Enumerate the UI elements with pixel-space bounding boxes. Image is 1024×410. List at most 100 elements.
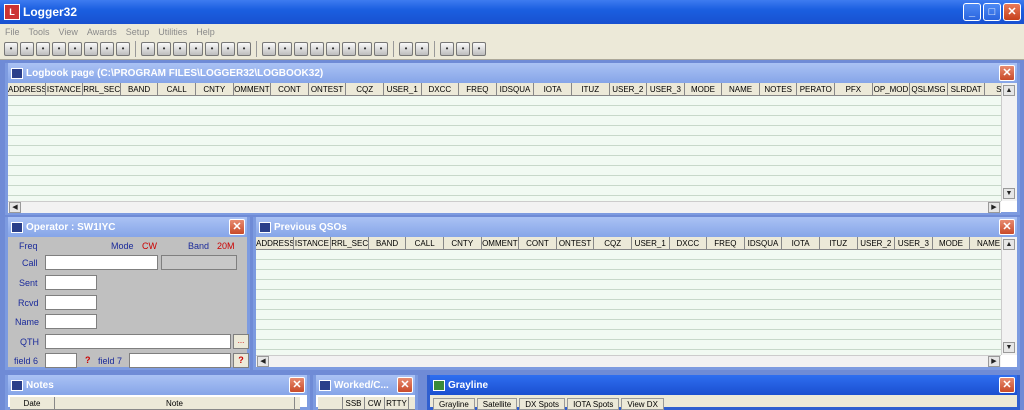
call-input[interactable] bbox=[45, 255, 158, 270]
tab-grayline[interactable]: Grayline bbox=[433, 398, 475, 410]
column-header[interactable]: IOTA bbox=[782, 237, 820, 249]
column-header[interactable]: ADDRESS bbox=[256, 237, 294, 249]
column-header[interactable]: USER_2 bbox=[858, 237, 896, 249]
column-header[interactable]: SLRDAT bbox=[948, 83, 986, 95]
column-header[interactable]: PERATO bbox=[797, 83, 836, 95]
column-header[interactable]: IDSQUA bbox=[497, 83, 535, 95]
logbook-grid[interactable]: ADDRESS ISTANCE RRL_SEC BAND CALL CNTY OMMENT C… bbox=[8, 83, 1001, 201]
column-header[interactable]: MODE bbox=[933, 237, 971, 249]
tools-icon[interactable]: • bbox=[189, 42, 203, 56]
column-header[interactable]: OMMENT bbox=[482, 237, 520, 249]
column-header[interactable]: OP_MOD bbox=[873, 83, 911, 95]
maximize-button[interactable]: □ bbox=[983, 3, 1001, 21]
column-header[interactable]: CALL bbox=[406, 237, 444, 249]
column-header[interactable]: DXCC bbox=[670, 237, 708, 249]
worked-close-button[interactable]: ✕ bbox=[397, 377, 413, 393]
scroll-right-icon[interactable]: ▶ bbox=[988, 356, 1000, 367]
name-input[interactable] bbox=[45, 314, 97, 329]
column-header[interactable]: PFX bbox=[835, 83, 873, 95]
column-header[interactable]: ADDRESS bbox=[8, 83, 46, 95]
field6-help-icon[interactable]: ? bbox=[85, 355, 91, 365]
previous-qsos-close-button[interactable]: ✕ bbox=[999, 219, 1015, 235]
sent-input[interactable] bbox=[45, 275, 97, 290]
band-icon[interactable]: • bbox=[221, 42, 235, 56]
logbook-vscroll[interactable]: ▲ ▼ bbox=[1001, 83, 1017, 201]
previous-qsos-rows[interactable] bbox=[256, 250, 1001, 355]
menu-awards[interactable]: Awards bbox=[87, 27, 117, 37]
column-header[interactable]: USER_3 bbox=[647, 83, 685, 95]
close-button[interactable]: ✕ bbox=[1003, 3, 1021, 21]
logbook-icon[interactable]: • bbox=[4, 42, 18, 56]
scroll-left-icon[interactable]: ◀ bbox=[9, 202, 21, 213]
logger-app-icon[interactable]: L bbox=[4, 4, 20, 20]
qth-lookup-button[interactable]: ... bbox=[233, 334, 249, 349]
terminal-icon[interactable]: • bbox=[262, 42, 276, 56]
radio-icon[interactable]: • bbox=[237, 42, 251, 56]
menu-utilities[interactable]: Utilities bbox=[158, 27, 187, 37]
grayline-close-button[interactable]: ✕ bbox=[999, 377, 1015, 393]
column-header[interactable]: SLS bbox=[985, 83, 1001, 95]
window2-icon[interactable]: • bbox=[294, 42, 308, 56]
column-header[interactable]: RRL_SEC bbox=[331, 237, 369, 249]
telnet-icon[interactable]: • bbox=[415, 42, 429, 56]
window1-icon[interactable]: • bbox=[278, 42, 292, 56]
menu-help[interactable]: Help bbox=[196, 27, 215, 37]
column-header[interactable]: NAME bbox=[722, 83, 760, 95]
print-icon[interactable]: • bbox=[20, 42, 34, 56]
color-icon[interactable]: • bbox=[358, 42, 372, 56]
column-header[interactable]: DXCC bbox=[422, 83, 460, 95]
column-header[interactable]: BAND bbox=[121, 83, 159, 95]
column-header[interactable]: BAND bbox=[369, 237, 407, 249]
edit-icon[interactable]: • bbox=[52, 42, 66, 56]
globe-icon[interactable]: • bbox=[157, 42, 171, 56]
scroll-down-icon[interactable]: ▼ bbox=[1003, 188, 1015, 199]
column-header[interactable]: CONT bbox=[519, 237, 557, 249]
power-icon[interactable]: • bbox=[440, 42, 454, 56]
field7-help-button[interactable]: ? bbox=[233, 353, 249, 368]
menu-setup[interactable]: Setup bbox=[126, 27, 150, 37]
logbook-rows[interactable] bbox=[8, 96, 1001, 201]
notes-col-date[interactable]: Date bbox=[10, 397, 55, 409]
field6-input[interactable] bbox=[45, 353, 77, 368]
previous-qsos-vscroll[interactable]: ▲ ▼ bbox=[1001, 237, 1017, 355]
clear-icon[interactable]: • bbox=[68, 42, 82, 56]
column-header[interactable]: CONT bbox=[271, 83, 309, 95]
settings-icon[interactable]: • bbox=[116, 42, 130, 56]
column-header[interactable]: OMMENT bbox=[234, 83, 272, 95]
number-icon[interactable]: • bbox=[326, 42, 340, 56]
operator-close-button[interactable]: ✕ bbox=[229, 219, 245, 235]
cluster-icon[interactable]: • bbox=[141, 42, 155, 56]
tab-view-dx[interactable]: View DX bbox=[621, 398, 664, 410]
sound-icon[interactable]: • bbox=[472, 42, 486, 56]
column-header[interactable]: CQZ bbox=[346, 83, 384, 95]
column-header[interactable]: FREQ bbox=[707, 237, 745, 249]
previous-qsos-grid[interactable]: ADDRESS ISTANCE RRL_SEC BAND CALL CNTY OMMENT C… bbox=[256, 237, 1001, 355]
logbook-hscroll[interactable]: ◀ ▶ bbox=[8, 201, 1001, 213]
rcvd-input[interactable] bbox=[45, 295, 97, 310]
menu-tools[interactable]: Tools bbox=[29, 27, 50, 37]
layout-icon[interactable]: • bbox=[205, 42, 219, 56]
scroll-left-icon[interactable]: ◀ bbox=[257, 356, 269, 367]
notes-close-button[interactable]: ✕ bbox=[289, 377, 305, 393]
tab-satellite[interactable]: Satellite bbox=[476, 398, 518, 410]
minimize-button[interactable]: _ bbox=[963, 3, 981, 21]
column-header[interactable]: IDSQUA bbox=[745, 237, 783, 249]
notes-col-note[interactable]: Note bbox=[55, 397, 295, 409]
fn-icon[interactable]: • bbox=[310, 42, 324, 56]
column-header[interactable]: NAME bbox=[970, 237, 1001, 249]
qth-input[interactable] bbox=[45, 334, 231, 349]
column-header[interactable]: ITUZ bbox=[820, 237, 858, 249]
column-header[interactable]: MODE bbox=[685, 83, 723, 95]
column-header[interactable]: FREQ bbox=[459, 83, 497, 95]
cw-icon[interactable]: • bbox=[374, 42, 388, 56]
column-header[interactable]: RRL_SEC bbox=[83, 83, 121, 95]
column-header[interactable]: ONTEST bbox=[557, 237, 595, 249]
find-icon[interactable]: • bbox=[36, 42, 50, 56]
bandmap-icon[interactable]: • bbox=[84, 42, 98, 56]
logbook-close-button[interactable]: ✕ bbox=[999, 65, 1015, 81]
column-header[interactable]: ONTEST bbox=[309, 83, 347, 95]
previous-qsos-hscroll[interactable]: ◀ ▶ bbox=[256, 355, 1001, 367]
menu-file[interactable]: File bbox=[5, 27, 20, 37]
tune-icon[interactable]: • bbox=[342, 42, 356, 56]
column-header[interactable]: ISTANCE bbox=[294, 237, 332, 249]
